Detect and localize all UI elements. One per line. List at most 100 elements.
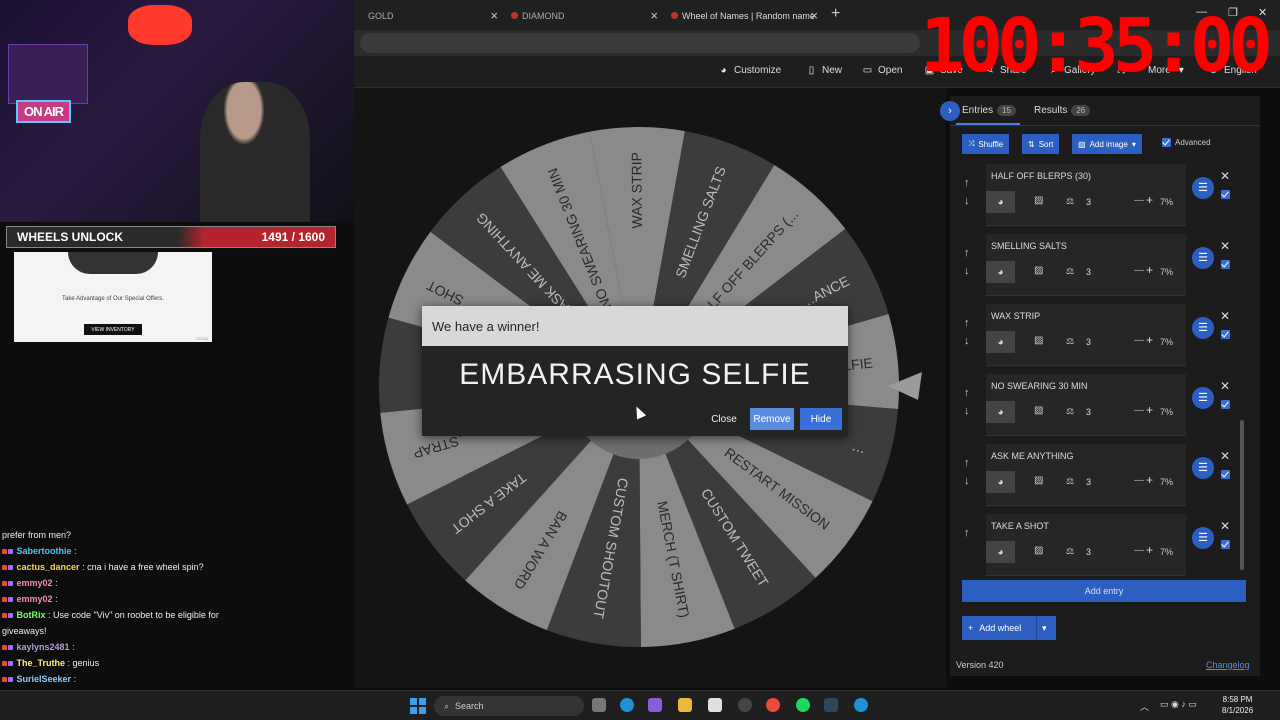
panel-scrollbar[interactable]: [1240, 420, 1244, 570]
entry-weight[interactable]: 3: [1086, 477, 1091, 487]
arrow-up-icon[interactable]: ↑: [964, 244, 974, 262]
chat-username[interactable]: SurielSeeker: [17, 674, 72, 684]
spotify-icon[interactable]: [796, 698, 810, 712]
color-picker-button[interactable]: ◕: [986, 471, 1015, 493]
color-picker-button[interactable]: ◕: [986, 261, 1015, 283]
color-picker-button[interactable]: ◕: [986, 401, 1015, 423]
arrow-up-icon[interactable]: ↑: [964, 314, 974, 332]
remove-button[interactable]: Remove: [750, 408, 794, 430]
arrow-up-icon[interactable]: ↑: [964, 174, 974, 192]
image-icon[interactable]: ▨: [1034, 195, 1043, 206]
image-icon[interactable]: ▨: [1034, 475, 1043, 486]
file-explorer-icon[interactable]: [678, 698, 692, 712]
entry-settings-button[interactable]: ☰: [1192, 247, 1214, 269]
minus-icon[interactable]: —: [1134, 475, 1144, 486]
minus-icon[interactable]: —: [1134, 335, 1144, 346]
chat-username[interactable]: cactus_dancer: [17, 562, 80, 572]
copilot-icon[interactable]: [648, 698, 662, 712]
entry-checkbox[interactable]: [1221, 540, 1230, 549]
close-icon[interactable]: ✕: [1220, 169, 1230, 183]
minus-icon[interactable]: —: [1134, 545, 1144, 556]
taskbar-clock[interactable]: 8:58 PM 8/1/2026: [1222, 694, 1253, 716]
plus-icon[interactable]: +: [1146, 333, 1153, 347]
image-icon[interactable]: ▨: [1034, 405, 1043, 416]
browser-tab-gold[interactable]: GOLD ×: [354, 5, 504, 27]
image-icon[interactable]: ▨: [1034, 265, 1043, 276]
add-wheel-button[interactable]: + Add wheel ▾: [962, 616, 1056, 640]
advanced-checkbox[interactable]: Advanced: [1162, 138, 1211, 147]
entry-name[interactable]: NO SWEARING 30 MIN: [991, 381, 1088, 391]
plus-icon[interactable]: +: [1146, 403, 1153, 417]
chat-username[interactable]: Sabertoothie: [17, 546, 72, 556]
arrow-down-icon[interactable]: ↓: [964, 402, 974, 420]
close-tab-icon[interactable]: ×: [650, 8, 658, 23]
steam-icon[interactable]: [824, 698, 838, 712]
entry-weight[interactable]: 3: [1086, 337, 1091, 347]
arrow-down-icon[interactable]: ↓: [964, 262, 974, 280]
entry-name[interactable]: ASK ME ANYTHING: [991, 451, 1074, 461]
entry-name[interactable]: WAX STRIP: [991, 311, 1040, 321]
color-picker-button[interactable]: ◕: [986, 331, 1015, 353]
browser-tab-diamond[interactable]: DIAMOND ×: [508, 5, 664, 27]
new-button[interactable]: ▯ New: [806, 65, 842, 76]
plus-icon[interactable]: +: [1146, 263, 1153, 277]
minus-icon[interactable]: —: [1134, 265, 1144, 276]
edge-icon[interactable]: [620, 698, 634, 712]
plus-icon[interactable]: +: [1146, 543, 1153, 557]
entry-weight[interactable]: 3: [1086, 547, 1091, 557]
color-picker-button[interactable]: ◕: [986, 191, 1015, 213]
tray-chevron-icon[interactable]: ︿: [1140, 700, 1149, 713]
minus-icon[interactable]: —: [1134, 195, 1144, 206]
chat-username[interactable]: The_Truthe: [17, 658, 66, 668]
close-icon[interactable]: ✕: [1220, 239, 1230, 253]
entry-name[interactable]: SMELLING SALTS: [991, 241, 1067, 251]
caret-down-icon[interactable]: ▾: [1042, 623, 1047, 634]
arrow-up-icon[interactable]: ↑: [964, 454, 974, 472]
entry-name[interactable]: TAKE A SHOT: [991, 521, 1049, 531]
new-tab-icon[interactable]: +: [831, 5, 840, 23]
chrome-icon[interactable]: [766, 698, 780, 712]
entry-checkbox[interactable]: [1221, 260, 1230, 269]
tray-icons[interactable]: ▭ ◉ ♪ ▭: [1160, 699, 1197, 710]
reorder-arrows[interactable]: ↑ ↓: [964, 384, 974, 420]
view-inventory-button[interactable]: VIEW INVENTORY: [84, 324, 142, 335]
hide-button[interactable]: Hide: [800, 408, 842, 430]
chat-username[interactable]: kaylyns2481: [17, 642, 70, 652]
image-icon[interactable]: ▨: [1034, 545, 1043, 556]
chat-username[interactable]: emmy02: [17, 578, 53, 588]
task-view-icon[interactable]: [592, 698, 606, 712]
close-tab-icon[interactable]: ×: [810, 8, 818, 23]
store-icon[interactable]: [708, 698, 722, 712]
image-icon[interactable]: ▨: [1034, 335, 1043, 346]
close-icon[interactable]: ✕: [1220, 379, 1230, 393]
reorder-arrows[interactable]: ↑ ↓: [964, 454, 974, 490]
entry-settings-button[interactable]: ☰: [1192, 177, 1214, 199]
entry-settings-button[interactable]: ☰: [1192, 317, 1214, 339]
entry-checkbox[interactable]: [1221, 400, 1230, 409]
open-button[interactable]: ▭ Open: [862, 65, 903, 76]
sort-button[interactable]: ⇅ Sort: [1022, 134, 1060, 154]
plus-icon[interactable]: +: [1146, 473, 1153, 487]
reorder-arrows[interactable]: ↑ ↓: [964, 174, 974, 210]
entry-checkbox[interactable]: [1221, 470, 1230, 479]
entry-settings-button[interactable]: ☰: [1192, 527, 1214, 549]
close-tab-icon[interactable]: ×: [490, 8, 498, 23]
entry-weight[interactable]: 3: [1086, 267, 1091, 277]
add-entry-button[interactable]: Add entry: [962, 580, 1246, 602]
arrow-up-icon[interactable]: ↑: [964, 384, 974, 402]
browser-tab-wheel-of-names[interactable]: Wheel of Names | Random name ×: [668, 5, 824, 27]
shuffle-button[interactable]: ⤨ Shuffle: [962, 134, 1010, 154]
add-image-button[interactable]: ▨ Add image ▾: [1072, 134, 1142, 154]
reorder-arrows[interactable]: ↑: [964, 524, 974, 542]
arrow-down-icon[interactable]: ↓: [964, 472, 974, 490]
entry-weight[interactable]: 3: [1086, 197, 1091, 207]
close-button[interactable]: Close: [704, 408, 744, 430]
reorder-arrows[interactable]: ↑ ↓: [964, 244, 974, 280]
entry-weight[interactable]: 3: [1086, 407, 1091, 417]
close-icon[interactable]: ✕: [1220, 519, 1230, 533]
arrow-up-icon[interactable]: ↑: [964, 524, 974, 542]
windows-start-icon[interactable]: [410, 698, 426, 714]
arrow-down-icon[interactable]: ↓: [964, 192, 974, 210]
address-bar[interactable]: [360, 33, 920, 53]
entry-checkbox[interactable]: [1221, 330, 1230, 339]
